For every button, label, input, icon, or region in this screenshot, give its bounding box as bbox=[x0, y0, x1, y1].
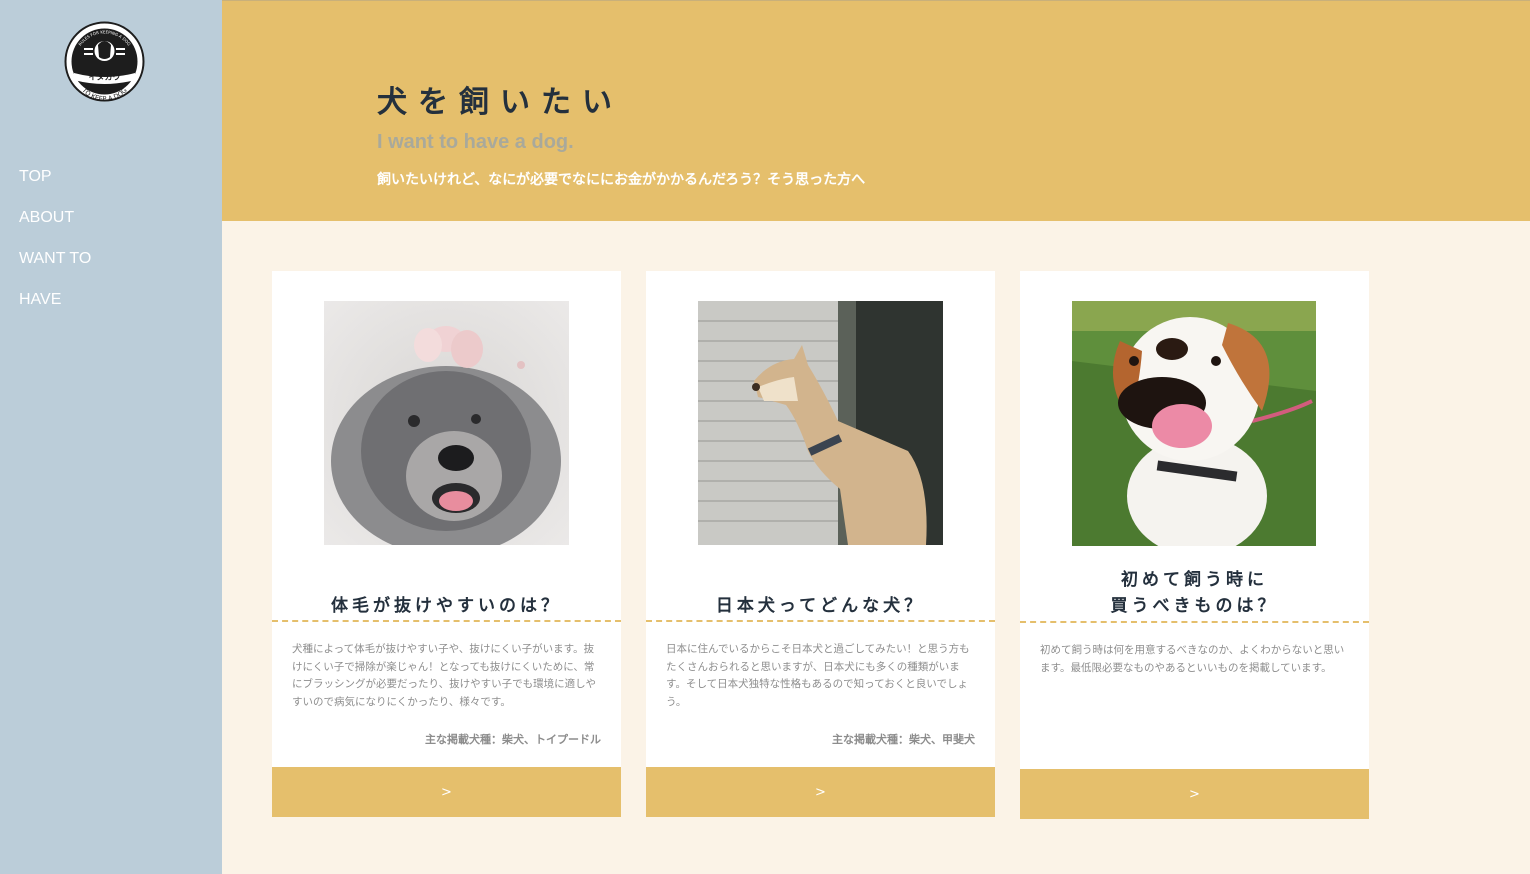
article-card-japanese-dogs: 日本犬ってどんな犬？ 日本に住んでいるからこそ日本犬と過ごしてみたい！と思う方も… bbox=[646, 271, 995, 817]
page-title: 犬を飼いたい bbox=[377, 85, 623, 120]
card-body-text: 犬種によって体毛が抜けやすい子や、抜けにくい子がいます。抜けにくい子で掃除が楽じ… bbox=[292, 643, 596, 708]
nav-item-about: ABOUT bbox=[19, 207, 91, 248]
page-subtitle: I want to have a dog. bbox=[377, 131, 574, 153]
poodle-photo bbox=[324, 301, 569, 545]
shiba-photo bbox=[698, 301, 943, 545]
card-divider bbox=[1020, 621, 1369, 623]
page-description: 飼いたいけれど、なにが必要でなににお金がかかるんだろう？そう思った方へ bbox=[377, 172, 866, 188]
card-title: 初めて飼う時に 買うべきものは？ bbox=[1110, 570, 1279, 616]
hero-banner: 犬を飼いたい I want to have a dog. 飼いたいけれど、なにが… bbox=[222, 0, 1530, 221]
card-more-button[interactable]: > bbox=[272, 767, 621, 817]
nav-item-have: HAVE bbox=[19, 289, 91, 330]
card-more-button[interactable]: > bbox=[1020, 769, 1369, 819]
logo-main-text: イヌカウ bbox=[89, 73, 121, 82]
article-card-first-items: 初めて飼う時に 買うべきものは？ 初めて飼う時は何を用意するべきなのか、よくわか… bbox=[1020, 271, 1369, 819]
card-divider bbox=[646, 620, 995, 622]
card-divider bbox=[272, 620, 621, 622]
jack-russell-photo bbox=[1072, 301, 1316, 546]
nav-item-want-to: WANT TO bbox=[19, 248, 91, 289]
card-title: 日本犬ってどんな犬？ bbox=[715, 596, 926, 616]
article-card-fur: 体毛が抜けやすいのは？ 犬種によって体毛が抜けやすい子や、抜けにくい子がいます。… bbox=[272, 271, 621, 817]
nav-link-top[interactable]: TOP bbox=[19, 168, 52, 185]
card-breed-list: 主な掲載犬種：柴犬、甲斐犬 bbox=[832, 733, 975, 746]
sidebar: イヌカウ RULES FOR KEEPING A DOG TO KEEP A D… bbox=[0, 0, 222, 874]
nav-link-have[interactable]: HAVE bbox=[19, 291, 61, 308]
card-body-text: 初めて飼う時は何を用意するべきなのか、よくわからないと思います。最低限必要なもの… bbox=[1040, 644, 1345, 674]
nav-link-want-to[interactable]: WANT TO bbox=[19, 250, 91, 267]
card-body-text: 日本に住んでいるからこそ日本犬と過ごしてみたい！と思う方もたくさんおられると思い… bbox=[666, 643, 970, 708]
main-nav: TOP ABOUT WANT TO HAVE bbox=[19, 166, 91, 330]
site-logo[interactable]: イヌカウ RULES FOR KEEPING A DOG TO KEEP A D… bbox=[64, 21, 145, 103]
nav-item-top: TOP bbox=[19, 166, 91, 207]
nav-link-about[interactable]: ABOUT bbox=[19, 209, 74, 226]
card-title: 体毛が抜けやすいのは？ bbox=[331, 596, 562, 616]
dog-logo-icon: イヌカウ RULES FOR KEEPING A DOG TO KEEP A D… bbox=[64, 21, 145, 103]
card-breed-list: 主な掲載犬種：柴犬、トイプードル bbox=[425, 733, 601, 746]
card-more-button[interactable]: > bbox=[646, 767, 995, 817]
